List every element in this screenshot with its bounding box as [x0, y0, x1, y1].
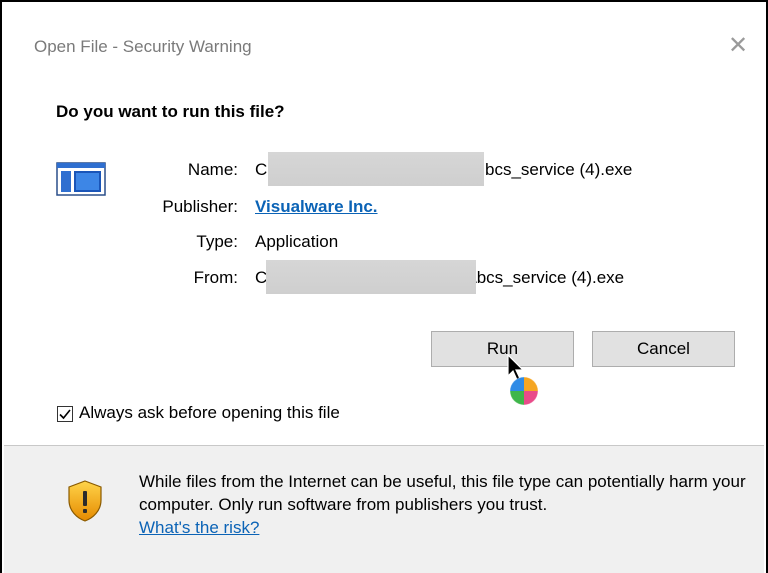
redacted-path: [268, 152, 484, 186]
warning-text: While files from the Internet can be use…: [139, 470, 749, 539]
from-value: \bcs_service (4).exe: [472, 268, 625, 287]
security-warning-dialog: Open File - Security Warning ✕ Do you wa…: [0, 0, 768, 573]
warning-message: While files from the Internet can be use…: [139, 472, 746, 514]
cancel-button[interactable]: Cancel: [592, 331, 735, 367]
name-label: Name:: [187, 160, 238, 179]
always-ask-checkbox[interactable]: [57, 406, 73, 422]
name-prefix: C: [255, 160, 268, 179]
window-title: Open File - Security Warning: [34, 37, 252, 56]
busy-spinner-icon: [509, 376, 539, 406]
from-label: From:: [193, 268, 238, 287]
publisher-label: Publisher:: [162, 197, 238, 216]
whats-the-risk-link[interactable]: What's the risk?: [139, 518, 259, 537]
checkmark-icon: [59, 409, 71, 420]
title-bar: Open File - Security Warning ✕: [4, 4, 764, 62]
type-label: Type:: [196, 232, 238, 251]
shield-warning-icon: [68, 480, 102, 522]
publisher-link[interactable]: Visualware Inc.: [255, 197, 378, 217]
always-ask-label[interactable]: Always ask before opening this file: [79, 403, 340, 423]
application-file-icon: [56, 162, 106, 196]
close-button[interactable]: ✕: [726, 34, 750, 58]
redacted-path: [266, 260, 476, 294]
dialog-heading: Do you want to run this file?: [56, 102, 285, 121]
name-value: bcs_service (4).exe: [485, 160, 633, 179]
type-value: Application: [255, 232, 339, 251]
warning-panel: While files from the Internet can be use…: [4, 446, 764, 573]
run-button[interactable]: Run: [431, 331, 574, 367]
